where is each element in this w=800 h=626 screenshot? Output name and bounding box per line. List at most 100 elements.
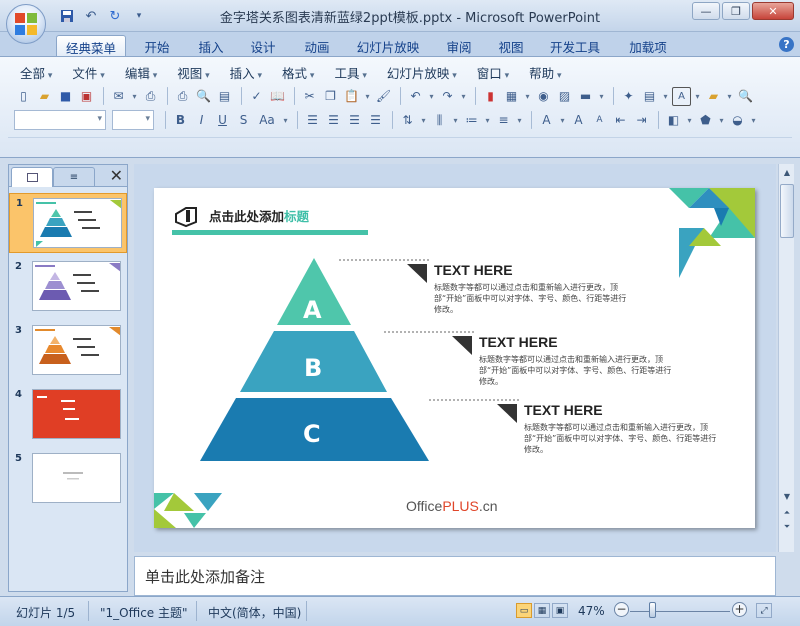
bullets-icon[interactable]: ≡ [494, 111, 513, 130]
scroll-up-icon[interactable]: ▲ [780, 166, 794, 180]
chevron-down-icon[interactable]: ▾ [558, 111, 567, 130]
slide-thumbnail-3[interactable]: 3 [9, 321, 127, 381]
item-heading-2[interactable]: TEXT HERE [479, 334, 558, 350]
chevron-down-icon[interactable]: ▾ [725, 87, 734, 106]
open-icon[interactable]: ▰ [35, 87, 54, 106]
chevron-down-icon[interactable]: ▾ [281, 111, 290, 130]
redo-icon[interactable]: ↻ [106, 7, 124, 25]
tab-classic-menu[interactable]: 经典菜单 [56, 35, 126, 56]
undo-icon[interactable]: ↶ [82, 7, 100, 25]
slide-layout-icon[interactable]: ▤ [640, 87, 659, 106]
arrange-icon[interactable]: ◧ [664, 111, 683, 130]
text-direction-icon[interactable]: ⇅ [398, 111, 417, 130]
menu-file[interactable]: 文件 [62, 63, 114, 83]
item-body-1[interactable]: 标题数字等都可以通过点击和重新输入进行更改，顶部“开始”面板中可以对字体、字号、… [434, 282, 634, 315]
shapes-icon[interactable]: ⬟ [696, 111, 715, 130]
tab-add-ins[interactable]: 加载项 [620, 35, 676, 56]
research-icon[interactable]: 📖 [268, 87, 287, 106]
menu-view[interactable]: 视图 [167, 63, 219, 83]
chevron-down-icon[interactable]: ▾ [717, 111, 726, 130]
change-case-icon[interactable]: Aa [255, 111, 279, 130]
tab-insert[interactable]: 插入 [188, 35, 234, 56]
language-indicator[interactable]: 中文(简体，中国) [208, 604, 301, 621]
align-center-icon[interactable]: ☰ [324, 111, 343, 130]
slide-show-button[interactable]: ▣ [552, 603, 568, 618]
slide-canvas[interactable]: 点击此处添加标题 A B C TEXT HERE 标题数字等都可以通过点击和重新… [154, 188, 755, 528]
redo-icon[interactable]: ↷ [438, 87, 457, 106]
item-body-2[interactable]: 标题数字等都可以通过点击和重新输入进行更改，顶部“开始”面板中可以对字体、字号、… [479, 354, 679, 387]
fit-to-window-button[interactable]: ⤢ [756, 603, 772, 618]
zoom-in-button[interactable]: + [732, 602, 747, 617]
menu-tools[interactable]: 工具 [324, 63, 376, 83]
zoom-icon[interactable]: 🔍 [736, 87, 755, 106]
customize-qat-icon[interactable]: ▾ [130, 7, 148, 25]
increase-indent-icon[interactable]: ⇥ [632, 111, 651, 130]
align-right-icon[interactable]: ☰ [345, 111, 364, 130]
minimize-button[interactable]: — [692, 2, 720, 20]
tab-view[interactable]: 视图 [488, 35, 534, 56]
save-icon[interactable]: ■ [56, 87, 75, 106]
folder-icon[interactable]: ▰ [704, 87, 723, 106]
menu-insert[interactable]: 插入 [220, 63, 272, 83]
chevron-down-icon[interactable]: ▾ [661, 87, 670, 106]
notes-pane[interactable]: 单击此处添加备注 [134, 556, 776, 596]
copy-icon[interactable]: ❐ [321, 87, 340, 106]
chevron-down-icon[interactable]: ▾ [459, 87, 468, 106]
item-heading-3[interactable]: TEXT HERE [524, 402, 603, 418]
font-color-icon[interactable]: A [537, 111, 556, 130]
chevron-down-icon[interactable]: ▾ [130, 87, 139, 106]
chevron-down-icon[interactable]: ▾ [597, 87, 606, 106]
zoom-level[interactable]: 47% [578, 604, 605, 618]
tab-slides[interactable] [11, 167, 53, 187]
scroll-down-icon[interactable]: ▼ [780, 490, 794, 504]
chevron-down-icon[interactable]: ▾ [523, 87, 532, 106]
chevron-down-icon[interactable]: ▾ [451, 111, 460, 130]
tab-developer[interactable]: 开发工具 [542, 35, 608, 56]
print-preview-icon[interactable]: ⎙ [141, 87, 160, 106]
shape-fill-icon[interactable]: ◒ [728, 111, 747, 130]
undo-icon[interactable]: ↶ [406, 87, 425, 106]
menu-format[interactable]: 格式 [272, 63, 324, 83]
justify-icon[interactable]: ☰ [366, 111, 385, 130]
grow-font-icon[interactable]: A [569, 111, 588, 130]
tab-slide-show[interactable]: 幻灯片放映 [350, 35, 426, 56]
slide-sorter-button[interactable]: ▦ [534, 603, 550, 618]
smartart-icon[interactable]: ◉ [534, 87, 553, 106]
chevron-down-icon[interactable]: ▾ [515, 111, 524, 130]
underline-icon[interactable]: U [213, 111, 232, 130]
previous-slide-icon[interactable]: ⏶ [780, 506, 794, 520]
menu-window[interactable]: 窗口 [467, 63, 519, 83]
tab-design[interactable]: 设计 [240, 35, 286, 56]
tab-outline[interactable]: ≡ [53, 167, 95, 187]
menu-all[interactable]: 全部 [10, 63, 62, 83]
tab-animations[interactable]: 动画 [294, 35, 340, 56]
item-body-3[interactable]: 标题数字等都可以通过点击和重新输入进行更改，顶部“开始”面板中可以对字体、字号、… [524, 422, 724, 455]
new-slide-icon[interactable]: ✦ [619, 87, 638, 106]
font-name-combo[interactable] [14, 110, 106, 130]
next-slide-icon[interactable]: ⏷ [780, 520, 794, 534]
zoom-out-button[interactable]: − [614, 602, 629, 617]
paste-icon[interactable]: 📋 [342, 87, 361, 106]
scrollbar-thumb[interactable] [780, 184, 794, 238]
tab-review[interactable]: 审阅 [436, 35, 482, 56]
zoom-slider[interactable] [630, 611, 730, 612]
chevron-down-icon[interactable]: ▾ [685, 111, 694, 130]
cut-icon[interactable]: ✂ [300, 87, 319, 106]
slide-thumbnail-2[interactable]: 2 [9, 257, 127, 317]
email-icon[interactable]: ✉ [109, 87, 128, 106]
theme-name[interactable]: "1_Office 主题" [100, 604, 188, 621]
menu-edit[interactable]: 编辑 [115, 63, 167, 83]
preview-icon[interactable]: 🔍 [194, 87, 213, 106]
format-painter-icon[interactable]: 🖌 [374, 87, 393, 106]
menu-help[interactable]: 帮助 [519, 63, 571, 83]
text-box-icon[interactable]: A [672, 86, 691, 106]
restore-button[interactable]: ❐ [722, 2, 750, 20]
permission-icon[interactable]: ▣ [77, 87, 96, 106]
vertical-scrollbar[interactable]: ▲ ▼ ⏶ ⏷ [778, 164, 794, 552]
italic-icon[interactable]: I [192, 111, 211, 130]
zoom-slider-thumb[interactable] [649, 602, 656, 618]
office-button[interactable] [6, 4, 46, 44]
font-size-combo[interactable] [112, 110, 154, 130]
new-icon[interactable]: ▯ [14, 87, 33, 106]
bold-icon[interactable]: B [171, 111, 190, 130]
